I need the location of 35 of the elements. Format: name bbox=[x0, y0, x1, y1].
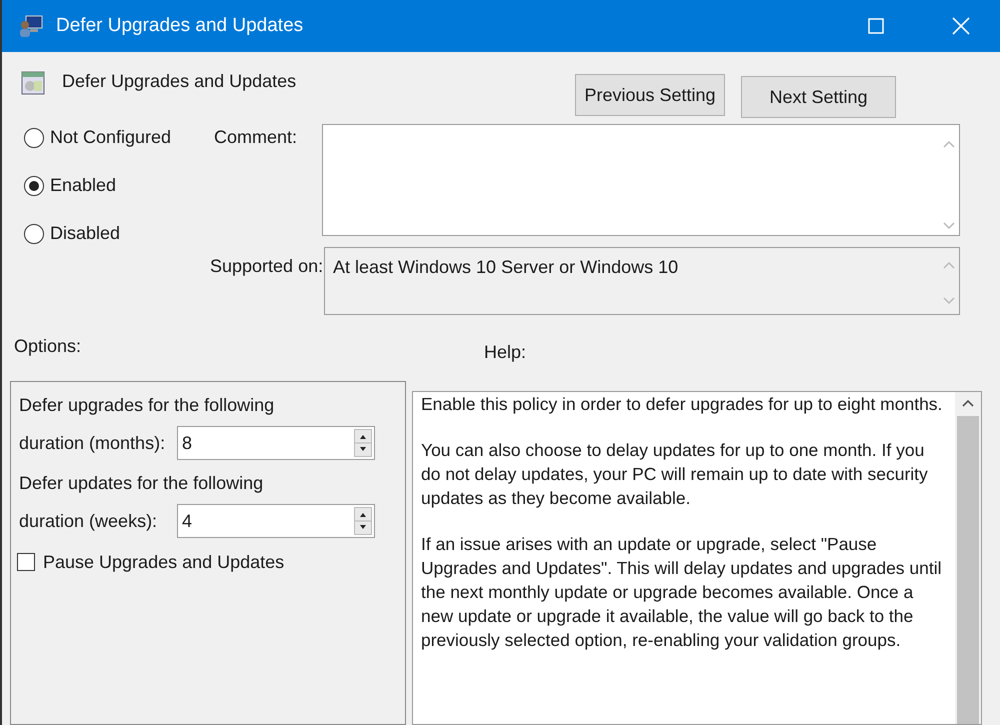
checkbox[interactable] bbox=[17, 553, 35, 571]
computer-user-icon bbox=[18, 14, 44, 38]
setting-button[interactable]: Previous Setting bbox=[575, 74, 725, 116]
supported-on-label: Supported on: bbox=[209, 255, 324, 278]
radio-button[interactable] bbox=[24, 176, 44, 196]
number-spinner[interactable]: 4 bbox=[177, 504, 375, 538]
checkbox-label[interactable]: Pause Upgrades and Updates bbox=[43, 548, 284, 576]
option-text: Defer updates for the following bbox=[19, 472, 264, 495]
spin-arrows-icon[interactable] bbox=[354, 429, 372, 457]
help-paragraph: If an issue arises with an update or upgrade, select "Pause Upgrades and Updates". This will delay updates and upgrades until the next monthly update or upgrade becomes available. Once a new update or upgrade it available, the value will go back to the previously selected option, re-enabling your validation groups. bbox=[421, 533, 943, 652]
options-label: Options: bbox=[13, 335, 82, 358]
radio-label[interactable]: Not Configured bbox=[50, 124, 172, 151]
radio-button[interactable] bbox=[24, 224, 44, 244]
maximize-icon[interactable] bbox=[868, 18, 884, 34]
scrollbar[interactable] bbox=[955, 392, 981, 724]
help-paragraph: Enable this policy in order to defer upgrades for up to eight months. bbox=[421, 393, 944, 416]
field-label: duration (weeks): bbox=[19, 510, 158, 533]
field-label: duration (months): bbox=[19, 432, 166, 455]
scroll-thumb[interactable] bbox=[957, 416, 979, 724]
supported-on-text: At least Windows 10 Server or Windows 10 bbox=[332, 256, 680, 279]
policy-icon bbox=[20, 70, 46, 96]
setting-button[interactable]: Next Setting bbox=[741, 76, 896, 118]
help-paragraph: You can also choose to delay updates for up to one month. If you do not delay updates, your PC will remain up to date with security updates as they become available. bbox=[421, 439, 929, 510]
spin-arrows-icon[interactable] bbox=[354, 507, 372, 535]
window-title: Defer Upgrades and Updates bbox=[56, 14, 304, 38]
radio-label[interactable]: Enabled bbox=[50, 172, 116, 199]
radio-button[interactable] bbox=[24, 128, 44, 148]
help-label: Help: bbox=[484, 341, 526, 364]
comment-label: Comment: bbox=[213, 126, 298, 149]
radio-label[interactable]: Disabled bbox=[50, 220, 120, 247]
number-spinner[interactable]: 8 bbox=[177, 426, 375, 460]
option-text: Defer upgrades for the following bbox=[19, 394, 276, 417]
policy-title: Defer Upgrades and Updates bbox=[62, 70, 296, 93]
close-icon[interactable] bbox=[952, 17, 970, 35]
comment-field[interactable] bbox=[322, 124, 960, 236]
